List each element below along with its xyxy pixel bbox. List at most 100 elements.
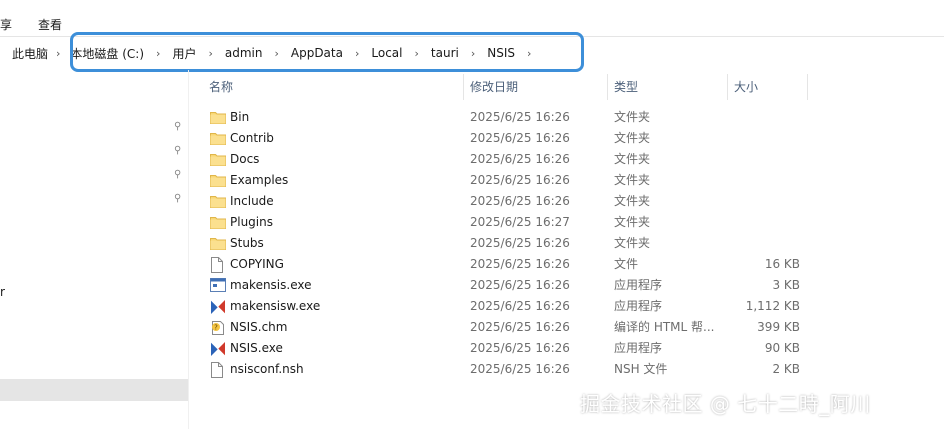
file-date: 2025/6/25 16:26 <box>470 299 570 313</box>
chevron-right-icon[interactable]: › <box>527 47 531 60</box>
tab-share[interactable]: 享 <box>0 16 12 33</box>
pin-icon[interactable]: ⚲ <box>174 194 184 204</box>
file-row[interactable]: Examples 2025/6/25 16:26 文件夹 <box>190 170 810 191</box>
file-type: 文件夹 <box>614 194 651 208</box>
address-bar[interactable]: 此电脑 › 本地磁盘 (C:) › 用户 › admin › AppData ›… <box>0 38 944 68</box>
file-name: Stubs <box>230 236 264 250</box>
file-date: 2025/6/25 16:26 <box>470 173 570 187</box>
watermark: 掘金技术社区 @ 七十二時_阿川 <box>580 392 871 416</box>
file-date: 2025/6/25 16:26 <box>470 278 570 292</box>
nav-item-label[interactable]: r <box>0 285 5 299</box>
file-name: makensis.exe <box>230 278 312 292</box>
file-list: Bin 2025/6/25 16:26 文件夹 Contrib 2025/6/25 16… <box>190 107 944 380</box>
ribbon-tabs: 享 查看 <box>0 0 944 36</box>
breadcrumb-local-disk[interactable]: 本地磁盘 (C:) <box>68 45 146 62</box>
file-date: 2025/6/25 16:26 <box>470 194 570 208</box>
chevron-right-icon[interactable]: › <box>56 47 60 60</box>
pin-icon[interactable]: ⚲ <box>174 170 184 180</box>
file-row[interactable]: Plugins 2025/6/25 16:27 文件夹 <box>190 212 810 233</box>
file-date: 2025/6/25 16:27 <box>470 215 570 229</box>
file-name: Contrib <box>230 131 274 145</box>
tab-view[interactable]: 查看 <box>38 16 62 33</box>
breadcrumb-appdata[interactable]: AppData <box>289 46 345 60</box>
breadcrumb-admin[interactable]: admin <box>223 46 265 60</box>
file-size: 399 KB <box>757 320 800 334</box>
chevron-right-icon[interactable]: › <box>156 47 160 60</box>
file-type: 文件夹 <box>614 215 651 229</box>
nsis-app-icon <box>210 341 226 357</box>
file-icon <box>210 362 226 378</box>
file-row[interactable]: ? NSIS.chm 2025/6/25 16:26 编译的 HTML 帮... 399… <box>190 317 810 338</box>
file-date: 2025/6/25 16:26 <box>470 320 570 334</box>
chevron-right-icon[interactable]: › <box>274 47 278 60</box>
file-name: NSIS.exe <box>230 341 283 355</box>
file-row[interactable]: Stubs 2025/6/25 16:26 文件夹 <box>190 233 810 254</box>
folder-icon <box>210 110 226 125</box>
chevron-right-icon[interactable]: › <box>471 47 475 60</box>
file-size: 3 KB <box>772 278 800 292</box>
nsis-app-icon <box>210 299 226 315</box>
navigation-pane[interactable]: ⚲ ⚲ ⚲ ⚲ r <box>0 70 190 429</box>
folder-icon <box>210 173 226 188</box>
file-type: 文件夹 <box>614 173 651 187</box>
ribbon-divider <box>0 36 944 37</box>
file-row[interactable]: makensisw.exe 2025/6/25 16:26 应用程序 1,112 KB <box>190 296 810 317</box>
file-row[interactable]: Contrib 2025/6/25 16:26 文件夹 <box>190 128 810 149</box>
file-type: 文件夹 <box>614 236 651 250</box>
breadcrumb-local[interactable]: Local <box>369 46 404 60</box>
breadcrumb-nsis[interactable]: NSIS <box>485 46 517 60</box>
file-name: Examples <box>230 173 289 187</box>
column-header-size[interactable]: 大小 <box>728 74 808 102</box>
file-row[interactable]: COPYING 2025/6/25 16:26 文件 16 KB <box>190 254 810 275</box>
file-row[interactable]: NSIS.exe 2025/6/25 16:26 应用程序 90 KB <box>190 338 810 359</box>
chevron-right-icon[interactable]: › <box>208 47 212 60</box>
breadcrumb-tauri[interactable]: tauri <box>429 46 461 60</box>
chevron-right-icon[interactable]: › <box>355 47 359 60</box>
file-row[interactable]: Bin 2025/6/25 16:26 文件夹 <box>190 107 810 128</box>
pane-divider <box>188 70 189 429</box>
nav-item-selected[interactable] <box>0 379 188 401</box>
file-name: nsisconf.nsh <box>230 362 304 376</box>
file-name: Bin <box>230 110 250 124</box>
file-size <box>728 191 800 212</box>
column-header-name[interactable]: 名称 <box>190 74 463 102</box>
column-header-type[interactable]: 类型 <box>608 74 727 102</box>
folder-icon <box>210 215 226 230</box>
breadcrumb-users[interactable]: 用户 <box>170 45 198 62</box>
file-type: 应用程序 <box>614 341 663 355</box>
folder-icon <box>210 194 226 209</box>
file-size <box>728 107 800 128</box>
file-type: 文件夹 <box>614 110 651 124</box>
file-date: 2025/6/25 16:26 <box>470 362 570 376</box>
pin-icon[interactable]: ⚲ <box>174 146 184 156</box>
file-row[interactable]: nsisconf.nsh 2025/6/25 16:26 NSH 文件 2 KB <box>190 359 810 380</box>
file-row[interactable]: Docs 2025/6/25 16:26 文件夹 <box>190 149 810 170</box>
file-date: 2025/6/25 16:26 <box>470 236 570 250</box>
file-date: 2025/6/25 16:26 <box>470 257 570 271</box>
file-type: 编译的 HTML 帮... <box>614 320 715 334</box>
file-type: 应用程序 <box>614 278 663 292</box>
console-app-icon <box>210 278 226 293</box>
breadcrumb-this-pc[interactable]: 此电脑 <box>10 45 50 62</box>
file-icon <box>210 257 226 273</box>
chevron-right-icon[interactable]: › <box>415 47 419 60</box>
file-row[interactable]: makensis.exe 2025/6/25 16:26 应用程序 3 KB <box>190 275 810 296</box>
file-name: Plugins <box>230 215 273 229</box>
column-divider[interactable] <box>807 74 808 100</box>
file-size: 1,112 KB <box>745 299 800 313</box>
file-row[interactable]: Include 2025/6/25 16:26 文件夹 <box>190 191 810 212</box>
file-type: NSH 文件 <box>614 362 668 376</box>
file-date: 2025/6/25 16:26 <box>470 131 570 145</box>
svg-text:?: ? <box>214 324 218 332</box>
file-size <box>728 170 800 191</box>
file-size <box>728 128 800 149</box>
pin-icon[interactable]: ⚲ <box>174 122 184 132</box>
breadcrumb: 此电脑 › 本地磁盘 (C:) › 用户 › admin › AppData ›… <box>10 38 541 68</box>
file-type: 文件夹 <box>614 152 651 166</box>
file-size: 16 KB <box>764 257 800 271</box>
file-date: 2025/6/25 16:26 <box>470 110 570 124</box>
file-name: Docs <box>230 152 260 166</box>
folder-icon <box>210 152 226 167</box>
column-header-date[interactable]: 修改日期 <box>464 74 607 102</box>
file-name: Include <box>230 194 274 208</box>
